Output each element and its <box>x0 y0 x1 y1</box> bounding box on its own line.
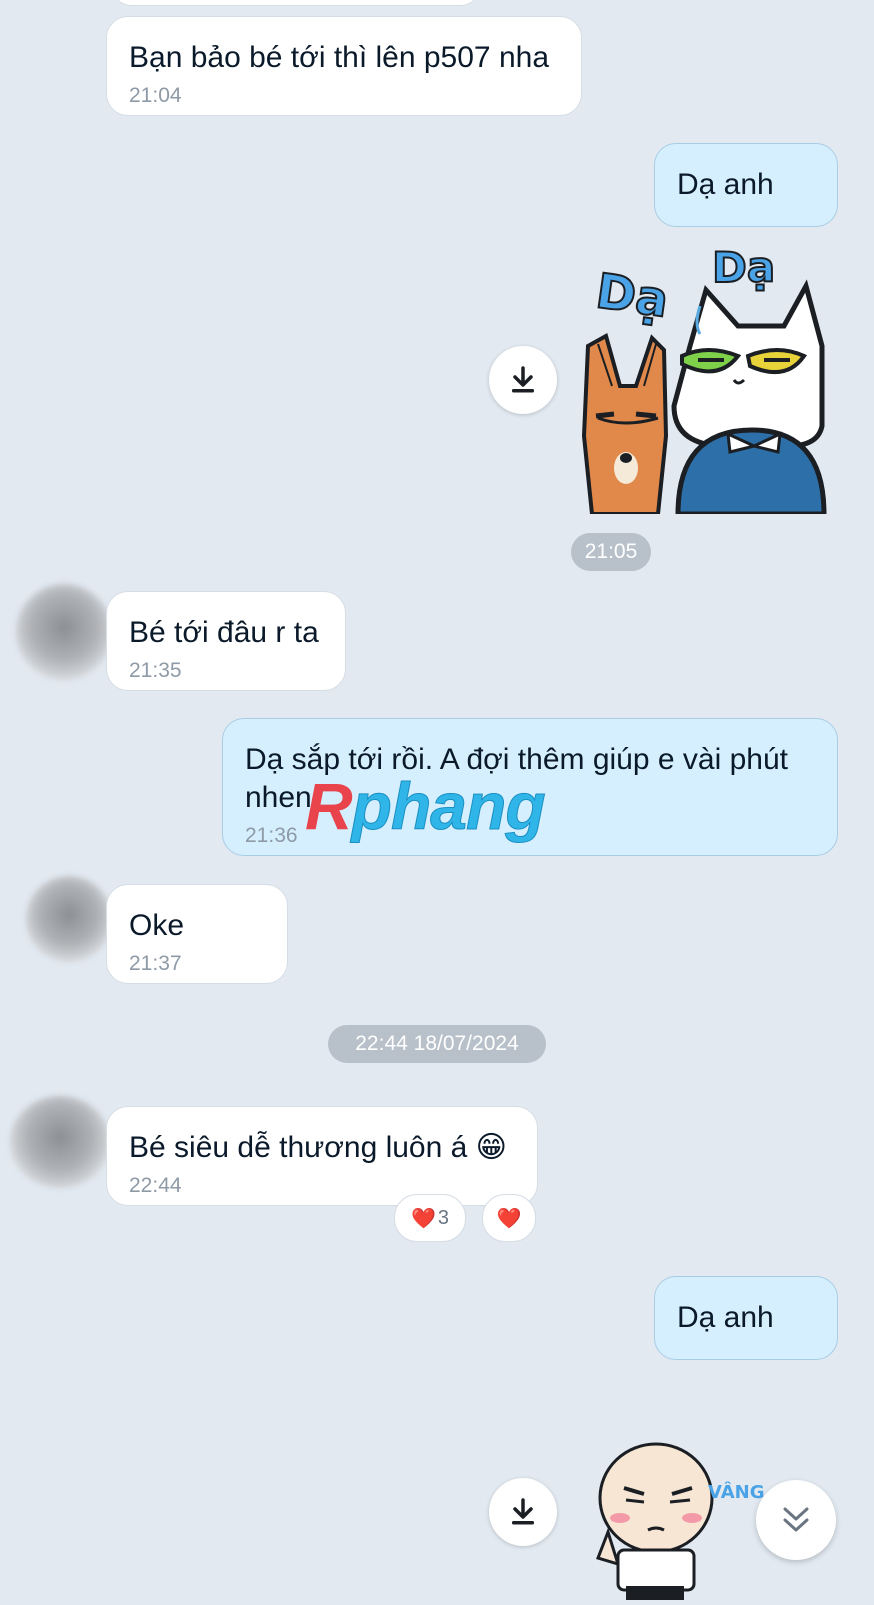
previous-bubble-edge <box>110 0 482 6</box>
avatar[interactable] <box>10 1096 110 1188</box>
message-text: Bạn bảo bé tới thì lên p507 nha <box>129 41 549 74</box>
message-time: 22:44 <box>129 1174 182 1197</box>
chevron-double-down-icon <box>783 1507 809 1532</box>
message-text: Dạ anh <box>677 1301 774 1334</box>
message-time: 21:35 <box>129 659 182 682</box>
message-bubble-incoming[interactable]: Bé tới đâu r ta 21:35 <box>106 591 346 691</box>
download-button[interactable] <box>489 1478 557 1546</box>
sticker-art: Dạ Dạ <box>581 242 827 517</box>
message-bubble-outgoing[interactable]: Dạ anh <box>654 1276 838 1360</box>
avatar[interactable] <box>16 584 112 680</box>
message-bubble-incoming[interactable]: Bé siêu dễ thương luôn á 😁 22:44 <box>106 1106 538 1206</box>
react-heart-button[interactable]: ❤️ <box>482 1194 536 1242</box>
reaction-count: 3 <box>437 1206 450 1229</box>
message-bubble-incoming[interactable]: Oke 21:37 <box>106 884 288 984</box>
heart-icon: ❤️ <box>496 1207 522 1230</box>
download-icon <box>512 1498 534 1525</box>
message-text: Bé siêu dễ thương luôn á 😁 <box>129 1131 507 1164</box>
message-text: Dạ anh <box>677 168 774 201</box>
svg-text:Dạ: Dạ <box>593 263 672 329</box>
date-separator: 22:44 18/07/2024 <box>328 1025 546 1063</box>
reaction-summary[interactable]: ❤️ 3 <box>394 1194 466 1242</box>
download-icon <box>512 366 534 393</box>
message-time: 21:04 <box>129 84 182 107</box>
svg-text:Dạ: Dạ <box>712 246 775 292</box>
message-bubble-incoming[interactable]: Bạn bảo bé tới thì lên p507 nha 21:04 <box>106 16 582 116</box>
message-time: 21:37 <box>129 952 182 975</box>
watermark-logo: Rphang <box>305 769 546 844</box>
cat-fox-sticker[interactable]: Dạ Dạ <box>578 242 832 517</box>
message-text: Oke <box>129 909 185 942</box>
avatar[interactable] <box>26 876 112 962</box>
message-text: Bé tới đâu r ta <box>129 616 319 649</box>
time-pill: 21:05 <box>571 533 651 571</box>
download-button[interactable] <box>489 346 557 414</box>
scroll-to-bottom-button[interactable] <box>756 1480 836 1560</box>
heart-icon: ❤️ <box>410 1207 436 1230</box>
message-bubble-outgoing[interactable]: Dạ anh <box>654 143 838 227</box>
